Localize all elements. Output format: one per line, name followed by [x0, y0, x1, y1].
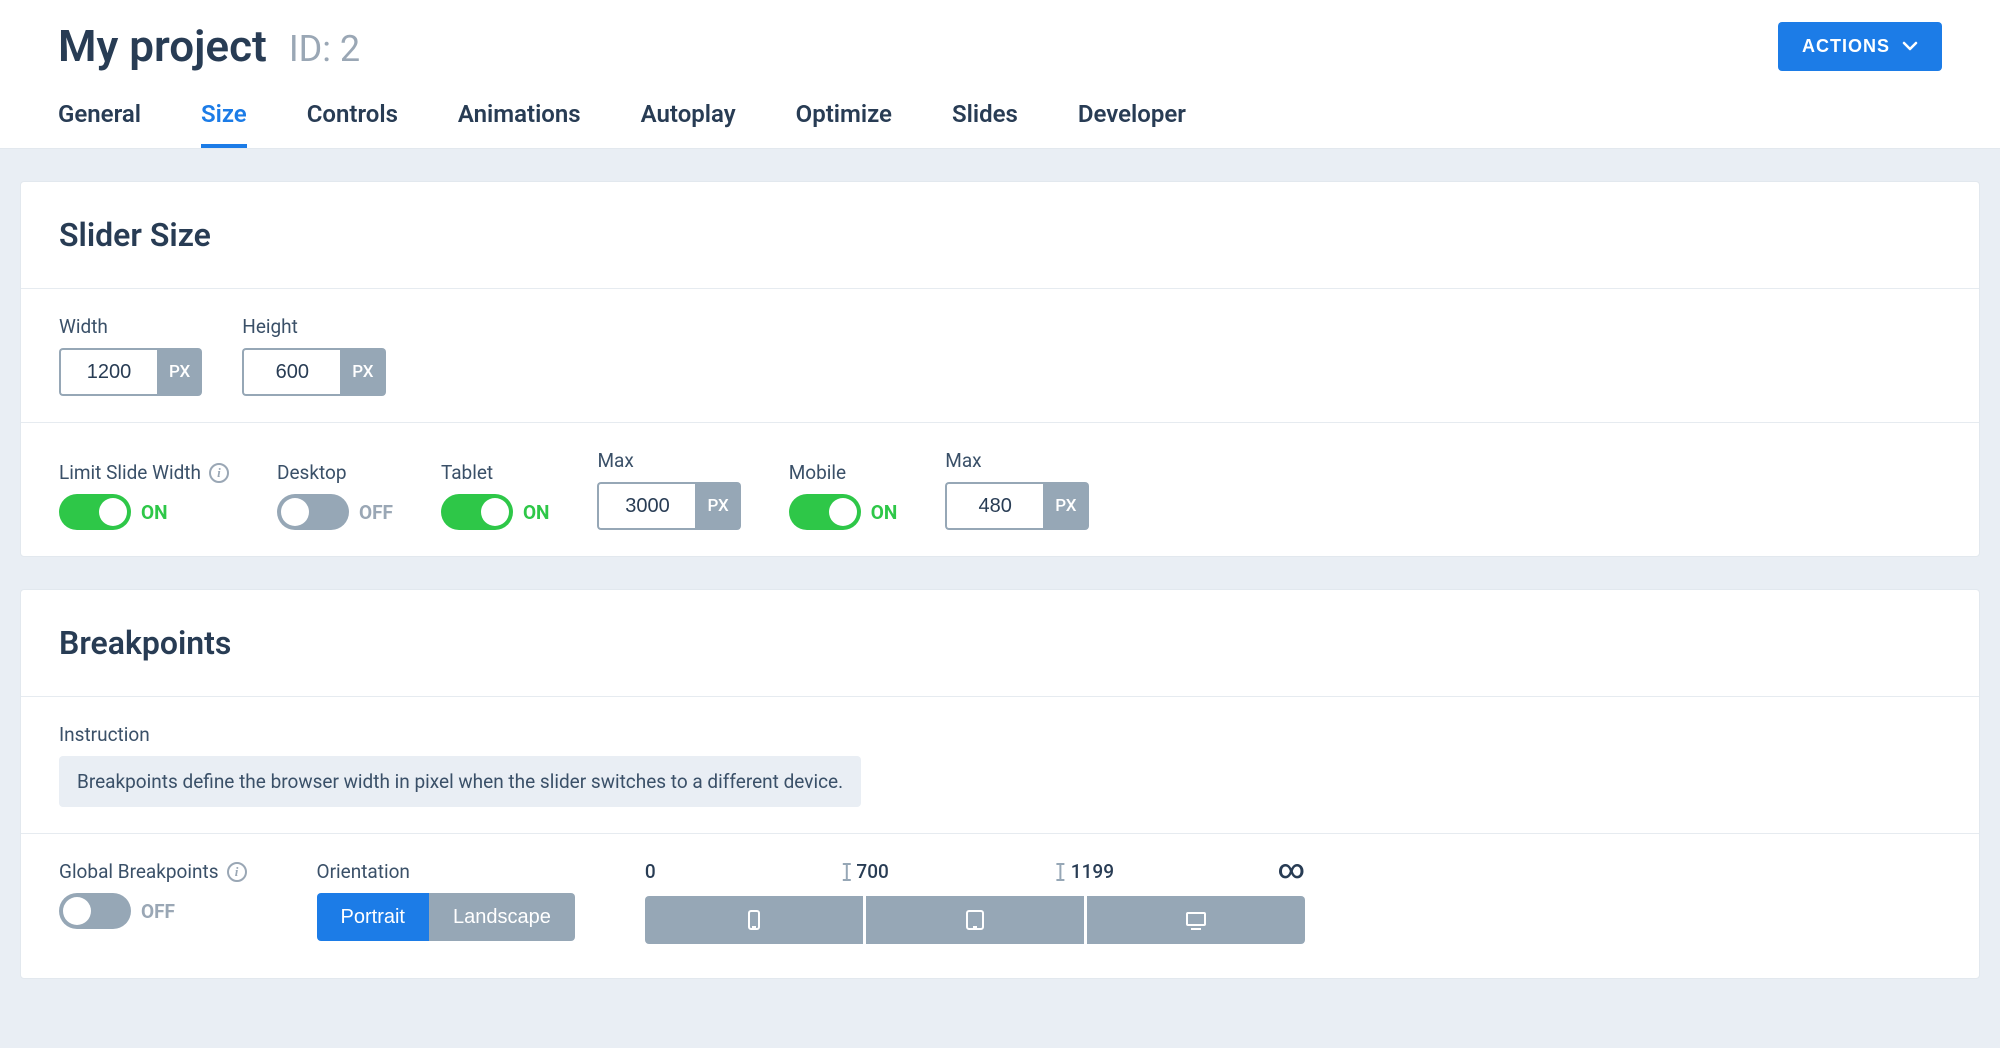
tablet-max-label: Max [597, 449, 740, 472]
chevron-down-icon [1902, 38, 1918, 54]
tablet-label: Tablet [441, 461, 550, 484]
tablet-max-input[interactable] [597, 482, 695, 530]
orientation-portrait-button[interactable]: Portrait [317, 893, 429, 941]
tablet-toggle[interactable] [441, 494, 513, 530]
page-title: My project [58, 20, 267, 72]
width-label: Width [59, 315, 202, 338]
global-breakpoints-field: Global Breakpoints i OFF [59, 860, 247, 929]
desktop-state: OFF [359, 501, 393, 524]
breakpoint-tick-2: 1199 [1055, 860, 1114, 883]
height-field: Height PX [242, 315, 385, 396]
tablet-field: Tablet ON [441, 461, 550, 530]
mobile-state: ON [871, 501, 898, 524]
tablet-state: ON [523, 501, 550, 524]
desktop-icon [1184, 908, 1208, 932]
info-icon[interactable]: i [227, 862, 247, 882]
actions-button-label: ACTIONS [1802, 36, 1890, 57]
width-field: Width PX [59, 315, 202, 396]
mobile-field: Mobile ON [789, 461, 898, 530]
mobile-max-unit: PX [1043, 482, 1088, 530]
breakpoint-segment-tablet[interactable] [866, 896, 1084, 944]
slider-size-card: Slider Size Width PX Height PX Limi [20, 181, 1980, 557]
height-input[interactable] [242, 348, 340, 396]
tablet-max-unit: PX [695, 482, 740, 530]
breakpoint-scale: 0 700 1199 ∞ [645, 860, 1305, 944]
project-id: ID: 2 [289, 28, 360, 70]
height-label: Height [242, 315, 385, 338]
limit-slide-width-label: Limit Slide Width [59, 461, 201, 484]
mobile-icon [742, 908, 766, 932]
breakpoint-tick-infinity: ∞ [1278, 860, 1305, 880]
tablet-max-field: Max PX [597, 449, 740, 530]
tab-slides[interactable]: Slides [952, 100, 1018, 148]
tab-general[interactable]: General [58, 100, 141, 148]
text-cursor-icon [1055, 862, 1067, 882]
orientation-landscape-button[interactable]: Landscape [429, 893, 575, 941]
info-icon[interactable]: i [209, 463, 229, 483]
width-unit: PX [157, 348, 202, 396]
limit-slide-width-field: Limit Slide Width i ON [59, 461, 229, 530]
global-breakpoints-toggle[interactable] [59, 893, 131, 929]
tab-optimize[interactable]: Optimize [796, 100, 892, 148]
mobile-label: Mobile [789, 461, 898, 484]
tab-size[interactable]: Size [201, 100, 247, 148]
global-breakpoints-label: Global Breakpoints [59, 860, 219, 883]
tab-animations[interactable]: Animations [458, 100, 581, 148]
limit-slide-width-state: ON [141, 501, 168, 524]
page-header: My project ID: 2 ACTIONS General Size Co… [0, 0, 2000, 149]
mobile-toggle[interactable] [789, 494, 861, 530]
breakpoints-title: Breakpoints [21, 590, 1979, 697]
mobile-max-field: Max PX [945, 449, 1088, 530]
breakpoint-segment-mobile[interactable] [645, 896, 863, 944]
breakpoint-segment-desktop[interactable] [1087, 896, 1305, 944]
tabs: General Size Controls Animations Autopla… [58, 100, 1942, 148]
desktop-label: Desktop [277, 461, 393, 484]
text-cursor-icon [840, 862, 852, 882]
height-unit: PX [340, 348, 385, 396]
desktop-toggle[interactable] [277, 494, 349, 530]
tab-developer[interactable]: Developer [1078, 100, 1186, 148]
actions-button[interactable]: ACTIONS [1778, 22, 1942, 71]
instruction-label: Instruction [59, 723, 1941, 746]
orientation-field: Orientation Portrait Landscape [317, 860, 575, 941]
width-input[interactable] [59, 348, 157, 396]
tab-controls[interactable]: Controls [307, 100, 398, 148]
instruction-text: Breakpoints define the browser width in … [59, 756, 861, 807]
breakpoint-tick-1: 700 [840, 860, 888, 883]
breakpoints-card: Breakpoints Instruction Breakpoints defi… [20, 589, 1980, 979]
tab-autoplay[interactable]: Autoplay [641, 100, 736, 148]
limit-slide-width-toggle[interactable] [59, 494, 131, 530]
mobile-max-input[interactable] [945, 482, 1043, 530]
breakpoint-tick-0: 0 [645, 860, 656, 883]
desktop-field: Desktop OFF [277, 461, 393, 530]
global-breakpoints-state: OFF [141, 900, 175, 923]
orientation-label: Orientation [317, 860, 575, 883]
slider-size-title: Slider Size [21, 182, 1979, 289]
mobile-max-label: Max [945, 449, 1088, 472]
tablet-icon [963, 908, 987, 932]
